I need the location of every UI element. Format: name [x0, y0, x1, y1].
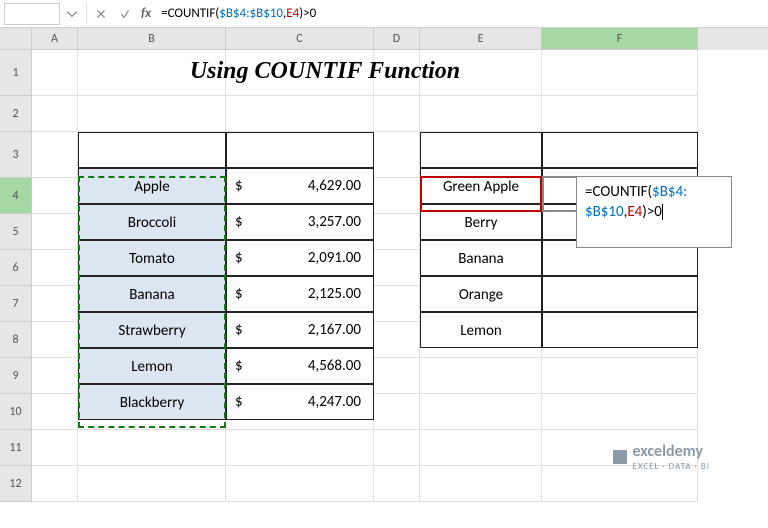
row-header-12[interactable]: 12 [0, 466, 32, 502]
col-header-f[interactable]: F [542, 28, 698, 50]
row-header-8[interactable]: 8 [0, 322, 32, 358]
order-cell: Berry [420, 204, 542, 240]
product-cell: Blackberry [78, 384, 226, 420]
page-title: Using COUNTIF Function [78, 58, 572, 85]
row-headers: 1 2 3 4 5 6 7 8 9 10 11 12 [0, 50, 32, 502]
fx-icon[interactable]: fx [141, 6, 151, 21]
row-header-7[interactable]: 7 [0, 286, 32, 322]
product-list-header: Product List [78, 132, 226, 168]
col-header-e[interactable]: E [420, 28, 542, 50]
row-header-3[interactable]: 3 [0, 132, 32, 178]
row-header-1[interactable]: 1 [0, 50, 32, 96]
spreadsheet-grid: A B C D E F 1 2 3 4 5 6 7 8 9 10 11 12 [0, 28, 768, 502]
order-cell: Lemon [420, 312, 542, 348]
row-header-10[interactable]: 10 [0, 394, 32, 430]
order-cell: Banana [420, 240, 542, 276]
status-header: Status [542, 132, 698, 168]
name-box-dropdown[interactable] [60, 0, 84, 28]
col-header-c[interactable]: C [226, 28, 374, 50]
cell-edit-overlay[interactable]: =COUNTIF($B$4: $B$10,E4)>0 [576, 176, 732, 248]
name-box[interactable] [4, 3, 60, 25]
row-header-11[interactable]: 11 [0, 430, 32, 466]
formula-bar: fx =COUNTIF($B$4:$B$10,E4)>0 [0, 0, 768, 28]
cells-area[interactable]: Using COUNTIF Function Product List Cost… [32, 50, 768, 502]
product-cell: Broccoli [78, 204, 226, 240]
status-cell [542, 312, 698, 348]
formula-input[interactable]: =COUNTIF($B$4:$B$10,E4)>0 [155, 0, 768, 28]
order-cell: Orange [420, 276, 542, 312]
row-header-2[interactable]: 2 [0, 96, 32, 132]
col-header-d[interactable]: D [374, 28, 420, 50]
product-cell: Tomato [78, 240, 226, 276]
row-header-9[interactable]: 9 [0, 358, 32, 394]
status-cell [542, 276, 698, 312]
product-cell: Strawberry [78, 312, 226, 348]
cost-price-header: Cost Price [226, 132, 374, 168]
row-header-6[interactable]: 6 [0, 250, 32, 286]
product-cell: Apple [78, 168, 226, 204]
price-cell: $4,568.00 [226, 348, 374, 384]
col-header-b[interactable]: B [78, 28, 226, 50]
order-list-header: Order List [420, 132, 542, 168]
select-all-corner[interactable] [0, 28, 32, 50]
price-cell: $2,167.00 [226, 312, 374, 348]
price-cell: $3,257.00 [226, 204, 374, 240]
row-header-4[interactable]: 4 [0, 178, 32, 214]
price-cell: $4,629.00 [226, 168, 374, 204]
logo-icon [613, 450, 627, 464]
column-headers: A B C D E F [0, 28, 768, 50]
price-cell: $4,247.00 [226, 384, 374, 420]
row-header-5[interactable]: 5 [0, 214, 32, 250]
price-cell: $2,091.00 [226, 240, 374, 276]
col-header-a[interactable]: A [32, 28, 78, 50]
product-cell: Banana [78, 276, 226, 312]
cancel-icon[interactable] [89, 0, 113, 28]
price-cell: $2,125.00 [226, 276, 374, 312]
product-table: Product List Cost Price Apple$4,629.00 B… [78, 132, 374, 420]
exceldemy-logo: exceldemy EXCEL · DATA · BI [613, 442, 710, 472]
product-cell: Lemon [78, 348, 226, 384]
enter-icon[interactable] [113, 0, 137, 28]
order-cell: Green Apple [420, 168, 542, 204]
